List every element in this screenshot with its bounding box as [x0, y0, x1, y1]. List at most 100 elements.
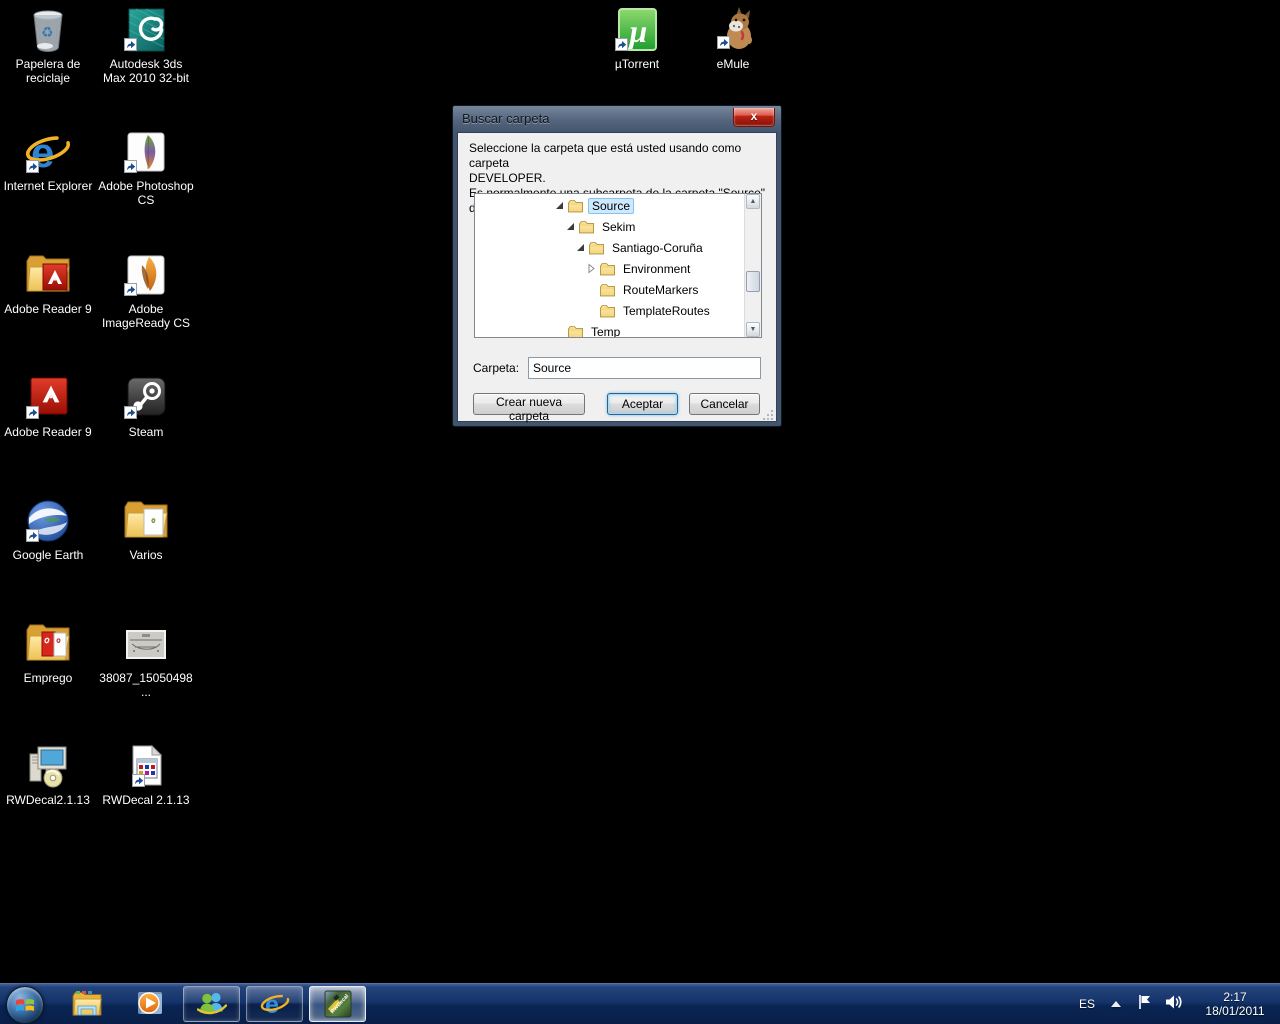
instruction-line: DEVELOPER. — [469, 171, 769, 186]
start-button[interactable] — [6, 986, 44, 1024]
volume-icon[interactable] — [1165, 994, 1184, 1015]
dialog-body: Seleccione la carpeta que está usted usa… — [457, 132, 777, 422]
adobe-reader-folder-icon — [24, 251, 72, 299]
desktop-icon-emule[interactable]: eMule — [685, 6, 781, 71]
svg-text:♻: ♻ — [41, 24, 54, 40]
system-tray: ES 2:17 18/01/2011 — [1079, 984, 1280, 1024]
folder-icon — [578, 220, 595, 234]
desktop-icon-emprego[interactable]: Emprego — [0, 620, 96, 685]
icon-label: Adobe ImageReady CS — [98, 302, 194, 330]
recycle-bin-icon: ♻ — [24, 6, 72, 54]
taskbar-windows-media-player[interactable] — [133, 989, 167, 1019]
tree-item-sekim[interactable]: Sekim — [475, 216, 761, 237]
icon-label: Adobe Reader 9 — [0, 302, 96, 316]
action-center-flag-icon[interactable] — [1137, 994, 1153, 1015]
resize-grip-icon[interactable] — [762, 407, 774, 419]
collapse-arrow-icon[interactable] — [554, 200, 565, 211]
expand-arrow-icon[interactable] — [586, 263, 597, 274]
desktop-icon-adobe-imageready-cs[interactable]: Adobe ImageReady CS — [98, 251, 194, 330]
icon-label: Autodesk 3ds Max 2010 32-bit — [98, 57, 194, 85]
desktop-icon-adobe-reader-9-folder[interactable]: Adobe Reader 9 — [0, 251, 96, 316]
icon-label: Adobe Reader 9 — [0, 425, 96, 439]
dialog-titlebar[interactable]: Buscar carpeta x — [453, 106, 781, 132]
tree-item-label[interactable]: Source — [588, 198, 634, 214]
cancel-button[interactable]: Cancelar — [689, 393, 760, 415]
instruction-line: Seleccione la carpeta que está usted usa… — [469, 141, 769, 171]
folder-field-label: Carpeta: — [473, 361, 519, 375]
close-button[interactable]: x — [733, 108, 775, 127]
autodesk-3ds-max-icon — [122, 6, 170, 54]
ok-button[interactable]: Aceptar — [607, 393, 678, 415]
tree-item-templateroutes[interactable]: TemplateRoutes — [475, 300, 761, 321]
tree-item-label[interactable]: TemplateRoutes — [620, 303, 713, 319]
clock[interactable]: 2:17 18/01/2011 — [1202, 990, 1268, 1018]
collapse-arrow-icon[interactable] — [565, 221, 576, 232]
google-earth-icon — [24, 497, 72, 545]
scrollbar-thumb[interactable] — [746, 271, 760, 292]
folder-name-input[interactable] — [528, 357, 761, 379]
desktop-icon-internet-explorer[interactable]: e Internet Explorer — [0, 128, 96, 193]
desktop-icon-recycle-bin[interactable]: ♻ Papelera de reciclaje — [0, 6, 96, 85]
adobe-photoshop-cs-icon — [122, 128, 170, 176]
icon-label: Google Earth — [0, 548, 96, 562]
internet-explorer-icon: e — [260, 990, 290, 1018]
icon-label: RWDecal2.1.13 — [0, 793, 96, 807]
tree-item-temp[interactable]: Temp — [475, 321, 761, 338]
tree-item-label[interactable]: RouteMarkers — [620, 282, 701, 298]
language-indicator[interactable]: ES — [1079, 997, 1095, 1011]
clock-time: 2:17 — [1202, 990, 1268, 1004]
icon-label: 38087_15050498... — [98, 671, 194, 699]
dialog-title: Buscar carpeta — [462, 111, 549, 126]
tree-item-environment[interactable]: Environment — [475, 258, 761, 279]
folder-icon — [599, 304, 616, 318]
train-photo-icon: RWDecal — [324, 990, 352, 1018]
icon-label: Adobe Photoshop CS — [98, 179, 194, 207]
icon-label: Varios — [98, 548, 194, 562]
desktop-icon-adobe-reader-9[interactable]: Adobe Reader 9 — [0, 374, 96, 439]
folder-icon — [567, 325, 584, 339]
internet-explorer-icon: e — [24, 128, 72, 176]
desktop-icon-image-38087[interactable]: 38087_15050498... — [98, 620, 194, 699]
scroll-up-icon[interactable]: ▲ — [746, 194, 760, 209]
folder-icon — [599, 262, 616, 276]
icon-label: Internet Explorer — [0, 179, 96, 193]
new-folder-button[interactable]: Crear nueva carpeta — [473, 393, 585, 415]
utorrent-icon: µ — [613, 6, 661, 54]
taskbar-internet-explorer[interactable]: e — [246, 986, 303, 1022]
clock-date: 18/01/2011 — [1202, 1004, 1268, 1018]
taskbar-rwdecal-train[interactable]: RWDecal — [309, 986, 366, 1022]
tree-scrollbar[interactable]: ▲ ▼ — [744, 194, 761, 337]
icon-label: eMule — [685, 57, 781, 71]
folder-icon — [588, 241, 605, 255]
tree-item-label[interactable]: Santiago-Coruña — [609, 240, 706, 256]
desktop-icon-rwdecal-installer[interactable]: RWDecal2.1.13 — [0, 742, 96, 807]
folder-tree[interactable]: Source Sekim Santiago-Coruña — [474, 193, 762, 338]
desktop: ♻ Papelera de reciclaje Autodesk 3ds Max… — [0, 0, 1280, 1024]
desktop-icon-varios[interactable]: Varios — [98, 497, 194, 562]
spacer — [586, 284, 597, 295]
desktop-icon-adobe-photoshop-cs[interactable]: Adobe Photoshop CS — [98, 128, 194, 207]
collapse-arrow-icon[interactable] — [575, 242, 586, 253]
tree-item-santiago-coruna[interactable]: Santiago-Coruña — [475, 237, 761, 258]
scroll-down-icon[interactable]: ▼ — [746, 322, 760, 337]
desktop-icon-google-earth[interactable]: Google Earth — [0, 497, 96, 562]
desktop-icon-rwdecal-app[interactable]: RWDecal 2.1.13 — [98, 742, 194, 807]
installer-icon — [24, 742, 72, 790]
desktop-icon-autodesk-3ds-max[interactable]: Autodesk 3ds Max 2010 32-bit — [98, 6, 194, 85]
tree-item-label[interactable]: Sekim — [599, 219, 638, 235]
tree-item-label[interactable]: Temp — [588, 324, 623, 339]
tree-item-source[interactable]: Source — [475, 195, 761, 216]
taskbar-windows-live-messenger[interactable] — [183, 986, 240, 1022]
adobe-reader-9-icon — [24, 374, 72, 422]
windows-logo-icon — [15, 996, 35, 1014]
desktop-icon-steam[interactable]: Steam — [98, 374, 194, 439]
emprego-folder-icon — [24, 620, 72, 668]
desktop-icon-utorrent[interactable]: µ µTorrent — [589, 6, 685, 71]
icon-label: Papelera de reciclaje — [0, 57, 96, 85]
show-hidden-icons-icon[interactable] — [1111, 1001, 1121, 1007]
dialog-buttons: Crear nueva carpeta Aceptar Cancelar — [458, 393, 776, 416]
taskbar-windows-explorer[interactable] — [70, 989, 104, 1019]
adobe-imageready-cs-icon — [122, 251, 170, 299]
tree-item-label[interactable]: Environment — [620, 261, 693, 277]
tree-item-routemarkers[interactable]: RouteMarkers — [475, 279, 761, 300]
